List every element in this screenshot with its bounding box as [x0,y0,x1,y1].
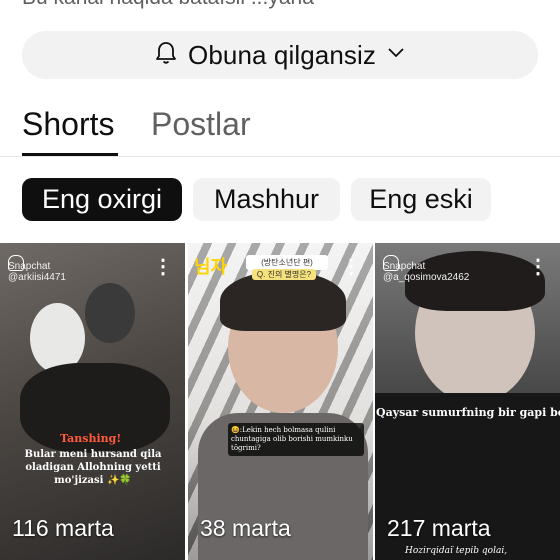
show-subtitle: Q. 진의 별명은? [252,269,316,280]
short-view-count: 116 marta [12,515,114,541]
short-caption-title: Tanshing! [60,432,122,445]
chevron-down-icon [386,46,406,65]
short-thumbnail-2[interactable]: 님자 (방탄소년단 편) Q. 진의 별명은? ⋮ 😆:Lekin hech b… [188,243,373,560]
short-view-count: 38 marta [200,515,291,541]
more-options-icon[interactable]: ⋮ [528,257,548,277]
tab-shorts[interactable]: Shorts [22,106,114,143]
subscribed-button[interactable]: Obuna qilgansiz [22,31,538,79]
snapchat-user: @arkiisi4471 [8,272,66,283]
short-caption: Qaysar sumurfning bir gapi bor [376,406,560,419]
bell-icon [154,40,178,71]
short-caption: 😆:Lekin hech bolmasa qulini chuntagiga o… [228,423,364,456]
snapchat-user: @a_qosimova2462 [383,272,470,283]
channel-tabs: Shorts Postlar [0,100,560,157]
snapchat-watermark: Snapchat @a_qosimova2462 [383,261,469,283]
snapchat-label: Snapchat [8,261,51,272]
snapchat-watermark: Snapchat @arkiisi4471 [8,261,66,283]
chip-mashhur[interactable]: Mashhur [193,178,340,221]
active-tab-indicator [22,153,118,156]
chip-eng-oxirgi[interactable]: Eng oxirgi [22,178,182,221]
more-options-icon[interactable]: ⋮ [153,257,173,277]
show-title: (방탄소년단 편) [246,255,328,270]
more-options-icon[interactable]: ⋮ [341,257,361,277]
chip-eng-eski[interactable]: Eng eski [351,178,491,221]
tab-postlar[interactable]: Postlar [151,106,251,143]
short-thumbnail-3[interactable]: Snapchat @a_qosimova2462 ⋮ Qaysar sumurf… [375,243,560,560]
subscribed-label: Obuna qilgansiz [188,39,376,70]
channel-about-snippet[interactable]: Bu kanal haqida batafsil ...yana [22,0,314,10]
short-thumbnail-1[interactable]: Snapchat @arkiisi4471 ⋮ Tanshing! Bular … [0,243,185,560]
short-caption: Bular meni hursand qila oladigan Allohni… [24,449,162,486]
short-view-count: 217 marta [387,515,491,541]
short-bottom-text: Hozirqidaï tepib qolai, [405,546,508,556]
snapchat-label: Snapchat [383,261,426,272]
